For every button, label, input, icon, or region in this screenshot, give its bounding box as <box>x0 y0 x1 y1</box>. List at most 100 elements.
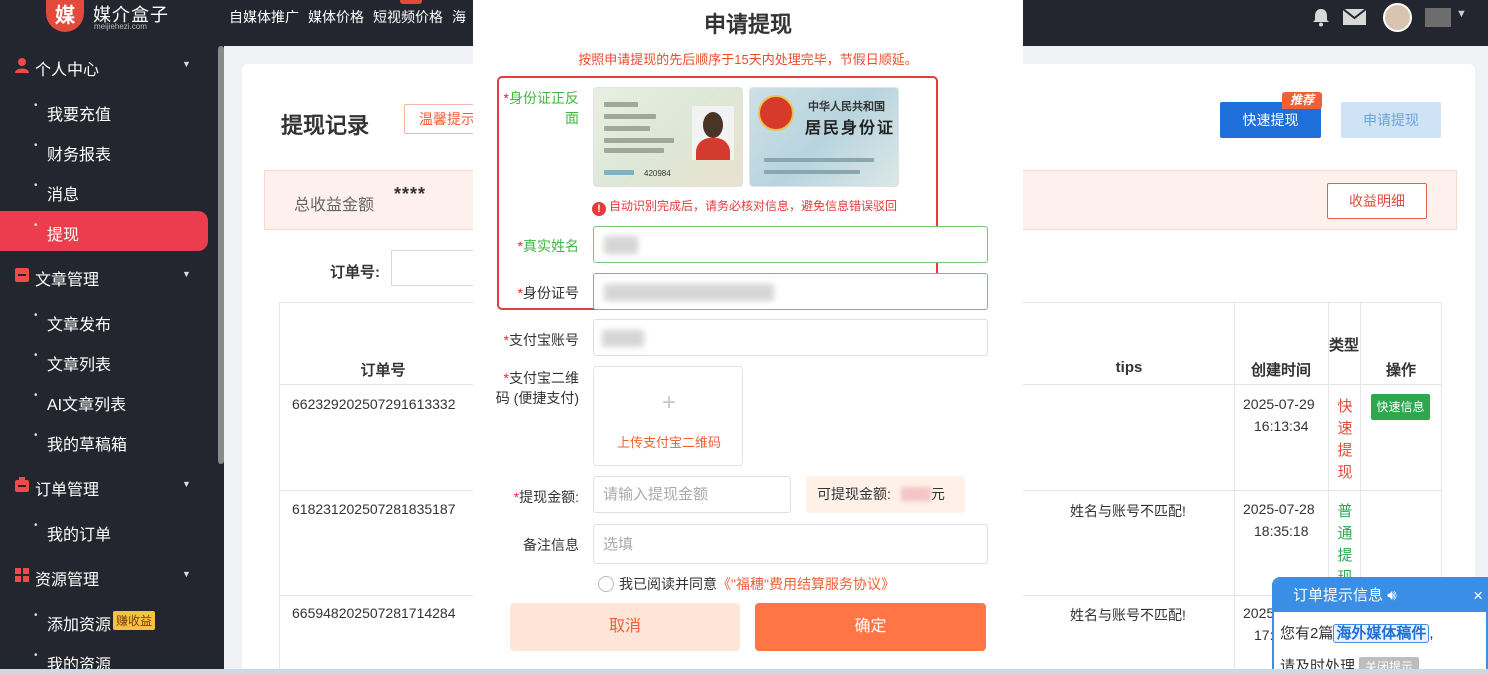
nav-self-media[interactable]: 自媒体推广 <box>229 7 299 27</box>
chevron-down-icon[interactable]: ▼ <box>1456 8 1467 20</box>
real-name-label: *真实姓名 <box>517 238 579 254</box>
nav-video-price[interactable]: 短视频价格 <box>373 7 443 27</box>
amount-text-field[interactable] <box>594 477 790 512</box>
nav-overseas[interactable]: 海 <box>452 7 466 27</box>
alipay-qr-upload[interactable]: + 上传支付宝二维码 <box>593 366 743 466</box>
sidebar-item-finance[interactable]: • 财务报表 <box>0 131 208 171</box>
created-date-cell: 2025-07-29 <box>1243 396 1315 412</box>
order-icon <box>15 477 29 492</box>
bell-icon[interactable] <box>1311 7 1331 27</box>
column-header-order[interactable]: 订单号 <box>279 302 487 384</box>
order-number-cell: 665948202507281714284 <box>292 605 456 621</box>
column-header-tips[interactable]: tips <box>1060 302 1198 384</box>
nav-media-price[interactable]: 媒体价格 <box>308 7 364 27</box>
sidebar-item-label: 财务报表 <box>47 147 112 164</box>
id-card-front-image[interactable]: 420984 <box>593 87 743 187</box>
id-number-input[interactable] <box>593 273 988 310</box>
earn-badge: 赚收益 <box>113 611 156 630</box>
order-filter-label: 订单号: <box>330 264 380 281</box>
page-title: 提现记录 <box>281 113 370 138</box>
income-detail-button[interactable]: 收益明细 <box>1327 183 1427 219</box>
sidebar-item-label: 我的草稿箱 <box>47 437 128 454</box>
bullet-icon: • <box>34 310 38 321</box>
mail-icon[interactable] <box>1342 8 1367 26</box>
bullet-icon: • <box>34 520 38 531</box>
bullet-icon: • <box>34 610 38 621</box>
notice-header: 订单提示信息 🔊︎ <box>1274 579 1486 612</box>
sidebar-group-articles[interactable]: 文章管理 ▼ <box>0 256 208 296</box>
sidebar-item-article-list[interactable]: • 文章列表 <box>0 341 208 381</box>
real-name-input[interactable] <box>593 226 988 263</box>
sidebar-item-add-resource[interactable]: • 添加资源 赚收益 <box>0 601 208 641</box>
bullet-icon: • <box>34 140 38 151</box>
sidebar-item-label: 文章发布 <box>47 317 112 334</box>
bullet-icon: • <box>34 180 38 191</box>
sidebar-group-label: 订单管理 <box>35 482 100 499</box>
notice-link[interactable]: 海外媒体稿件 <box>1333 624 1430 643</box>
sidebar-item-ai-article-list[interactable]: • AI文章列表 <box>0 381 208 421</box>
bullet-icon: • <box>34 220 38 231</box>
column-header-action[interactable]: 操作 <box>1360 302 1442 384</box>
quick-info-button[interactable]: 快速信息 <box>1371 394 1430 420</box>
plus-icon: + <box>661 389 676 416</box>
column-header-type[interactable]: 类型 <box>1328 302 1360 384</box>
grid-icon <box>15 568 29 582</box>
sidebar-item-messages[interactable]: • 消息 <box>0 171 208 211</box>
modal-subtitle: 按照申请提现的先后顺序于15天内处理完毕，节假日顺延。 <box>578 52 918 67</box>
ocr-warning: ! 自动识别完成后，请务必核对信息，避免信息错误驳回 <box>592 197 897 216</box>
cancel-button[interactable]: 取消 <box>510 603 740 651</box>
amount-label: *提现金额: <box>513 489 579 505</box>
remark-textarea[interactable] <box>594 525 987 563</box>
id-card-number: 420984 <box>644 169 671 178</box>
confirm-button[interactable]: 确定 <box>755 603 986 651</box>
amount-input[interactable] <box>593 476 791 513</box>
sidebar-item-my-orders[interactable]: • 我的订单 <box>0 511 208 551</box>
close-icon[interactable]: × <box>1473 579 1483 612</box>
tips-button[interactable]: 温馨提示 <box>404 104 476 134</box>
income-value: **** <box>394 184 427 204</box>
agreement-radio[interactable] <box>598 576 614 592</box>
sidebar-group-orders[interactable]: 订单管理 ▼ <box>0 466 208 506</box>
hot-badge <box>400 0 422 4</box>
avatar[interactable] <box>1383 3 1412 32</box>
id-number-label: *身份证号 <box>517 285 579 301</box>
type-char: 通 <box>1337 525 1353 542</box>
sidebar-group-label: 文章管理 <box>35 272 100 289</box>
sidebar-item-recharge[interactable]: • 我要充值 <box>0 91 208 131</box>
alipay-account-input[interactable] <box>593 319 988 356</box>
notice-text: , <box>1429 625 1434 642</box>
window-bottom-edge <box>0 669 1488 674</box>
warning-icon: ! <box>592 202 606 216</box>
speaker-icon[interactable]: 🔊︎ <box>1387 587 1396 604</box>
tips-cell: 姓名与账号不匹配! <box>1070 503 1186 519</box>
bullet-icon: • <box>34 390 38 401</box>
created-time-cell: 16:13:34 <box>1254 418 1309 434</box>
caret-down-icon: ▼ <box>182 479 191 489</box>
id-card-back-image[interactable]: 中华人民共和国 居民身份证 <box>749 87 899 187</box>
id-back-title: 居民身份证 <box>805 120 896 137</box>
sidebar-group-personal[interactable]: 个人中心 ▼ <box>0 46 208 86</box>
sidebar-item-withdraw[interactable]: • 提现 <box>0 211 208 251</box>
sidebar-item-drafts[interactable]: • 我的草稿箱 <box>0 421 208 461</box>
bullet-icon: • <box>34 100 38 111</box>
apply-withdraw-button[interactable]: 申请提现 <box>1341 102 1441 138</box>
upload-label: 上传支付宝二维码 <box>616 435 721 450</box>
id-card-label: *身份证正反面 <box>503 90 579 126</box>
sidebar-group-resources[interactable]: 资源管理 ▼ <box>0 556 208 596</box>
type-char: 普 <box>1337 503 1353 520</box>
order-number-cell: 618231202507281835187 <box>292 501 456 517</box>
agreement-link[interactable]: 《"福穗"费用结算服务协议》 <box>717 576 895 592</box>
username[interactable] <box>1425 8 1451 27</box>
sidebar-item-article-publish[interactable]: • 文章发布 <box>0 301 208 341</box>
sidebar-item-label: AI文章列表 <box>47 397 127 414</box>
order-filter-input[interactable] <box>391 250 477 286</box>
sidebar-group-label: 个人中心 <box>35 62 100 79</box>
remark-input[interactable] <box>593 524 988 564</box>
top-nav: 自媒体推广 媒体价格 短视频价格 海 <box>229 7 466 27</box>
created-date-cell: 2025 <box>1243 605 1275 621</box>
sidebar-item-label: 消息 <box>47 187 80 204</box>
logo-icon[interactable]: 媒 <box>46 0 84 32</box>
column-header-created[interactable]: 创建时间 <box>1234 302 1328 384</box>
caret-down-icon: ▼ <box>182 269 191 279</box>
modal-title: 申请提现 <box>703 12 792 37</box>
